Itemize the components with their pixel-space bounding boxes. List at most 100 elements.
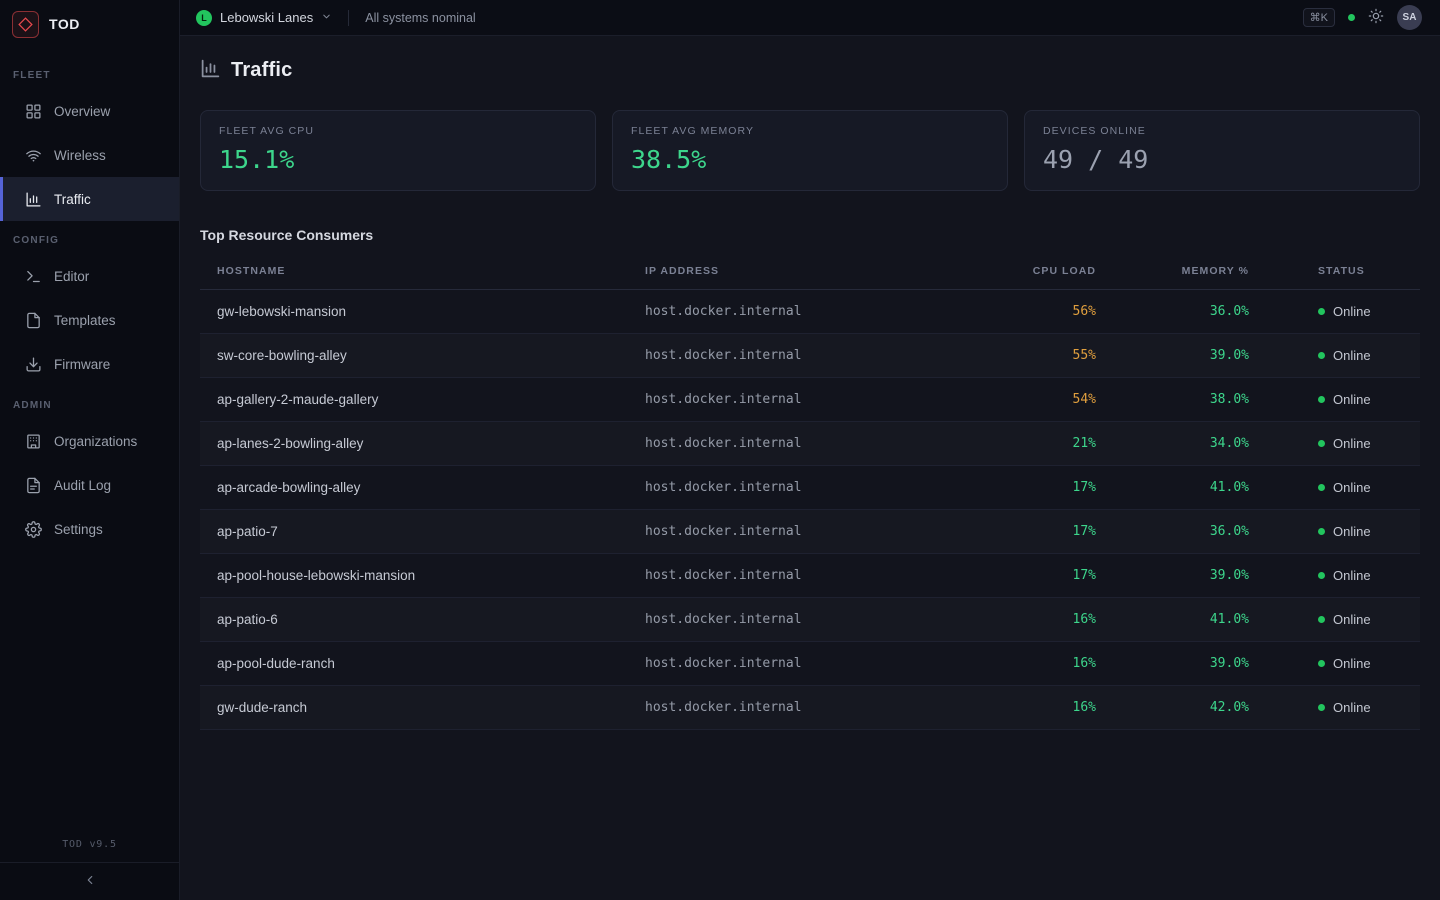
hostname-cell: ap-gallery-2-maude-gallery: [200, 378, 628, 422]
sidebar-section-label: ADMIN: [0, 386, 179, 419]
org-selector[interactable]: L Lebowski Lanes: [196, 10, 332, 26]
status-cell: Online: [1251, 554, 1420, 598]
sidebar-item-label: Wireless: [54, 148, 106, 163]
ip-cell: host.docker.internal: [628, 642, 928, 686]
stat-card-fleet-avg-memory: FLEET AVG MEMORY 38.5%: [612, 110, 1008, 191]
chevron-down-icon: [321, 10, 332, 25]
status-cell: Online: [1251, 466, 1420, 510]
sidebar-item-organizations[interactable]: Organizations: [0, 419, 179, 463]
building-icon: [24, 432, 42, 450]
hostname-cell: sw-core-bowling-alley: [200, 334, 628, 378]
sidebar-item-label: Audit Log: [54, 478, 111, 493]
sidebar-item-editor[interactable]: Editor: [0, 254, 179, 298]
stat-card-devices-online: DEVICES ONLINE 49 / 49: [1024, 110, 1420, 191]
status-cell: Online: [1251, 598, 1420, 642]
table-row[interactable]: sw-core-bowling-alleyhost.docker.interna…: [200, 334, 1420, 378]
consumers-table-body: gw-lebowski-mansionhost.docker.internal5…: [200, 290, 1420, 730]
app-version: TOD v9.5: [0, 839, 179, 862]
table-row[interactable]: gw-dude-ranchhost.docker.internal16%42.0…: [200, 686, 1420, 730]
ip-cell: host.docker.internal: [628, 466, 928, 510]
table-header-row: HOSTNAME IP ADDRESS CPU LOAD MEMORY % ST…: [200, 253, 1420, 290]
stat-label: DEVICES ONLINE: [1043, 125, 1401, 137]
memory-cell: 34.0%: [1098, 422, 1251, 466]
cpu-load-cell: 17%: [928, 554, 1098, 598]
top-bar: L Lebowski Lanes All systems nominal ⌘K …: [180, 0, 1440, 36]
memory-cell: 41.0%: [1098, 598, 1251, 642]
ip-cell: host.docker.internal: [628, 510, 928, 554]
sidebar-section-label: FLEET: [0, 56, 179, 89]
app-logo-icon: [12, 11, 39, 38]
status-cell: Online: [1251, 334, 1420, 378]
table-row[interactable]: ap-gallery-2-maude-galleryhost.docker.in…: [200, 378, 1420, 422]
sidebar-section-label: CONFIG: [0, 221, 179, 254]
bar-chart-icon: [200, 58, 221, 82]
command-palette-shortcut[interactable]: ⌘K: [1303, 8, 1335, 27]
col-cpu-load: CPU LOAD: [928, 253, 1098, 290]
app-name: TOD: [49, 16, 80, 32]
sidebar-item-label: Templates: [54, 313, 116, 328]
file-icon: [24, 311, 42, 329]
status-cell: Online: [1251, 378, 1420, 422]
online-dot-icon: [1318, 616, 1325, 623]
theme-toggle-button[interactable]: [1368, 8, 1384, 27]
sidebar-collapse-button[interactable]: [0, 862, 179, 900]
online-dot-icon: [1318, 308, 1325, 315]
stat-label: FLEET AVG MEMORY: [631, 125, 989, 137]
main-content: Traffic FLEET AVG CPU 15.1% FLEET AVG ME…: [180, 0, 1440, 730]
stat-value: 38.5%: [631, 145, 989, 174]
sidebar: TOD FLEETOverview Wireless TrafficCONFIGEd…: [0, 0, 180, 900]
stat-value: 15.1%: [219, 145, 577, 174]
table-row[interactable]: ap-patio-6host.docker.internal16%41.0%On…: [200, 598, 1420, 642]
sidebar-item-traffic[interactable]: Traffic: [0, 177, 179, 221]
terminal-icon: [24, 267, 42, 285]
table-row[interactable]: gw-lebowski-mansionhost.docker.internal5…: [200, 290, 1420, 334]
memory-cell: 36.0%: [1098, 510, 1251, 554]
col-hostname: HOSTNAME: [200, 253, 628, 290]
memory-cell: 36.0%: [1098, 290, 1251, 334]
col-memory: MEMORY %: [1098, 253, 1251, 290]
stats-row: FLEET AVG CPU 15.1% FLEET AVG MEMORY 38.…: [200, 110, 1420, 191]
org-avatar: L: [196, 10, 212, 26]
sidebar-item-templates[interactable]: Templates: [0, 298, 179, 342]
app-logo[interactable]: TOD: [0, 0, 179, 48]
memory-cell: 41.0%: [1098, 466, 1251, 510]
memory-cell: 39.0%: [1098, 642, 1251, 686]
ip-cell: host.docker.internal: [628, 334, 928, 378]
sidebar-item-label: Settings: [54, 522, 103, 537]
sidebar-item-audit-log[interactable]: Audit Log: [0, 463, 179, 507]
cpu-load-cell: 17%: [928, 510, 1098, 554]
user-avatar[interactable]: SA: [1397, 5, 1422, 30]
sidebar-item-firmware[interactable]: Firmware: [0, 342, 179, 386]
hostname-cell: gw-dude-ranch: [200, 686, 628, 730]
online-dot-icon: [1318, 396, 1325, 403]
status-cell: Online: [1251, 290, 1420, 334]
table-row[interactable]: ap-patio-7host.docker.internal17%36.0%On…: [200, 510, 1420, 554]
stat-label: FLEET AVG CPU: [219, 125, 577, 137]
memory-cell: 42.0%: [1098, 686, 1251, 730]
sidebar-item-settings[interactable]: Settings: [0, 507, 179, 551]
sidebar-item-overview[interactable]: Overview: [0, 89, 179, 133]
memory-cell: 39.0%: [1098, 554, 1251, 598]
memory-cell: 39.0%: [1098, 334, 1251, 378]
table-row[interactable]: ap-pool-house-lebowski-mansionhost.docke…: [200, 554, 1420, 598]
table-row[interactable]: ap-arcade-bowling-alleyhost.docker.inter…: [200, 466, 1420, 510]
health-dot-icon: [1348, 14, 1355, 21]
grid-icon: [24, 102, 42, 120]
sun-icon: [1368, 8, 1384, 27]
hostname-cell: gw-lebowski-mansion: [200, 290, 628, 334]
online-dot-icon: [1318, 352, 1325, 359]
download-icon: [24, 355, 42, 373]
status-cell: Online: [1251, 510, 1420, 554]
cpu-load-cell: 55%: [928, 334, 1098, 378]
table-row[interactable]: ap-pool-dude-ranchhost.docker.internal16…: [200, 642, 1420, 686]
cpu-load-cell: 16%: [928, 686, 1098, 730]
table-row[interactable]: ap-lanes-2-bowling-alleyhost.docker.inte…: [200, 422, 1420, 466]
ip-cell: host.docker.internal: [628, 598, 928, 642]
system-status-text: All systems nominal: [365, 11, 475, 25]
stat-value: 49 / 49: [1043, 145, 1401, 174]
org-name: Lebowski Lanes: [220, 10, 313, 25]
chart-icon: [24, 190, 42, 208]
status-cell: Online: [1251, 642, 1420, 686]
online-dot-icon: [1318, 572, 1325, 579]
sidebar-item-wireless[interactable]: Wireless: [0, 133, 179, 177]
